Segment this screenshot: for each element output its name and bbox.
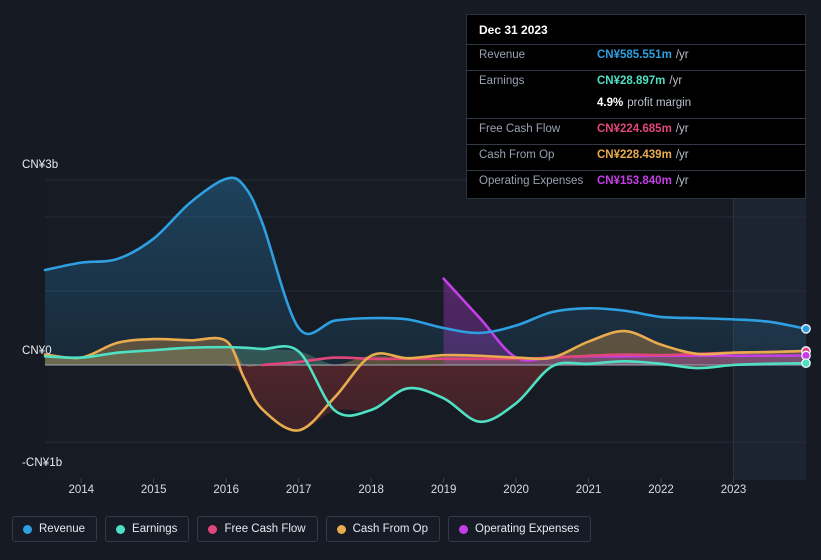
legend-item-free-cash-flow[interactable]: Free Cash Flow	[197, 516, 318, 542]
tooltip-row: Cash From Op CN¥228.439m/yr	[467, 144, 805, 170]
chart-legend[interactable]: Revenue Earnings Free Cash Flow Cash From O…	[12, 516, 592, 542]
tooltip-row-unit: /yr	[675, 175, 689, 187]
tooltip-rows: Revenue CN¥585.551m/yr Earnings CN¥28.897m /…	[467, 44, 805, 196]
tooltip-row: Earnings CN¥28.897m/yr	[467, 70, 805, 96]
tooltip-row-unit: /yr	[675, 149, 689, 161]
tooltip-row: Revenue CN¥585.551m/yr	[467, 44, 805, 70]
tooltip-row-value: CN¥224.685m	[597, 123, 672, 135]
x-axis-tick-2017: 2017	[285, 484, 312, 496]
tooltip-row-unit: /yr	[675, 123, 689, 135]
tooltip-date: Dec 31 2023	[479, 23, 548, 37]
tooltip-row-value: CN¥153.840m	[597, 175, 672, 187]
tooltip-row: 4.9% profit margin	[467, 96, 805, 118]
y-axis-label-zero: CN¥0	[22, 345, 52, 357]
legend-color-dot-icon	[208, 524, 218, 534]
legend-color-dot-icon	[336, 524, 346, 534]
tooltip-row-unit: /yr	[669, 75, 683, 87]
y-axis-label-bottom: -CN¥1b	[22, 457, 63, 469]
legend-item-cash-from-op[interactable]: Cash From Op	[325, 516, 441, 542]
tooltip-row: Operating Expenses CN¥153.840m/yr	[467, 170, 805, 196]
tooltip-row-label: Free Cash Flow	[479, 123, 561, 135]
legend-item-label: Revenue	[39, 523, 86, 535]
tooltip-row-label: Earnings	[479, 75, 525, 87]
legend-item-label: Operating Expenses	[475, 523, 580, 535]
legend-color-dot-icon	[23, 524, 32, 534]
legend-item-label: Earnings	[132, 523, 178, 535]
legend-item-earnings[interactable]: Earnings	[105, 516, 190, 542]
legend-color-dot-icon	[116, 524, 126, 534]
tooltip-row: Free Cash Flow CN¥224.685m/yr	[467, 118, 805, 144]
tooltip-row-unit: profit margin	[627, 97, 692, 109]
legend-item-label: Free Cash Flow	[224, 523, 306, 535]
x-axis-tick-2020: 2020	[503, 484, 529, 496]
x-axis-tick-2022: 2022	[648, 484, 674, 496]
tooltip-row-value: CN¥585.551m	[597, 49, 672, 61]
data-tooltip: Dec 31 2023 Revenue CN¥585.551m/yr Earning…	[466, 14, 806, 199]
x-axis-tick-2021: 2021	[575, 484, 602, 496]
x-axis-tick-2018: 2018	[358, 484, 384, 496]
tooltip-row-label: Cash From Op	[479, 149, 555, 161]
tooltip-row-value: CN¥28.897m	[597, 75, 666, 87]
legend-item-operating-expenses[interactable]: Operating Expenses	[448, 516, 592, 542]
tooltip-row-value: CN¥228.439m	[597, 149, 672, 161]
x-axis-tick-2019: 2019	[430, 484, 457, 496]
legend-item-revenue[interactable]: Revenue	[12, 516, 98, 542]
legend-color-dot-icon	[459, 524, 469, 534]
tooltip-row-label: Revenue	[479, 49, 526, 61]
legend-item-label: Cash From Op	[352, 523, 429, 535]
tooltip-row-label: Operating Expenses	[479, 175, 584, 187]
x-axis-tick-2014: 2014	[68, 484, 95, 496]
x-axis-tick-2023: 2023	[720, 484, 747, 496]
tooltip-row-value: 4.9%	[597, 97, 624, 109]
y-axis-label-top: CN¥3b	[22, 159, 59, 171]
x-axis-tick-2016: 2016	[213, 484, 239, 496]
chart-page: CN¥3b CN¥0 -CN¥1b 2014 2015 2016 2017 2018 20…	[0, 0, 821, 560]
x-axis-tick-2015: 2015	[140, 484, 167, 496]
tooltip-row-unit: /yr	[675, 49, 689, 61]
